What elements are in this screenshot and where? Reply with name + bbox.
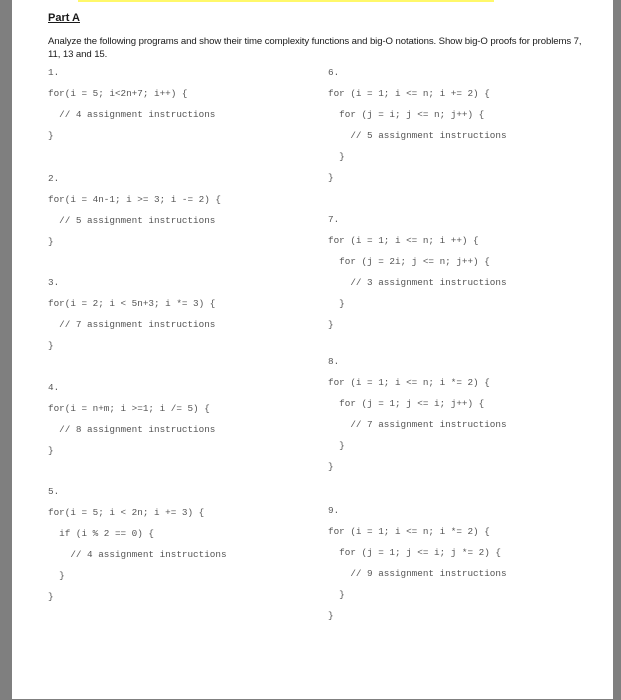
code-line: for (i = 1; i <= n; i *= 2) { (328, 526, 490, 537)
code-line: for(i = 5; i < 2n; i += 3) { (48, 507, 205, 518)
document-page: Part A Analyze the following programs an… (12, 0, 613, 699)
problem-number: 9. (328, 505, 340, 516)
code-line: } (328, 440, 345, 451)
code-line: for (i = 1; i <= n; i *= 2) { (328, 377, 490, 388)
code-line: // 8 assignment instructions (48, 424, 216, 435)
code-line: } (48, 591, 54, 602)
code-line: } (48, 340, 54, 351)
code-line: // 3 assignment instructions (328, 277, 507, 288)
code-line: } (328, 461, 334, 472)
code-line: // 7 assignment instructions (328, 419, 507, 430)
code-line: // 5 assignment instructions (328, 130, 507, 141)
code-line: } (328, 589, 345, 600)
code-line: } (328, 610, 334, 621)
code-line: // 5 assignment instructions (48, 215, 216, 226)
code-line: for (i = 1; i <= n; i += 2) { (328, 88, 490, 99)
problem-number: 6. (328, 67, 340, 78)
code-line: for(i = 5; i<2n+7; i++) { (48, 88, 188, 99)
code-line: for (j = 1; j <= i; j++) { (328, 398, 485, 409)
part-title: Part A (48, 12, 80, 24)
problem-number: 8. (328, 356, 340, 367)
code-line: for(i = 4n-1; i >= 3; i -= 2) { (48, 194, 221, 205)
code-line: for (j = i; j <= n; j++) { (328, 109, 485, 120)
code-line: } (328, 319, 334, 330)
code-line: // 4 assignment instructions (48, 549, 227, 560)
code-line: for (i = 1; i <= n; i ++) { (328, 235, 479, 246)
code-line: for(i = 2; i < 5n+3; i *= 3) { (48, 298, 216, 309)
code-line: // 4 assignment instructions (48, 109, 216, 120)
problem-number: 3. (48, 277, 60, 288)
code-line: } (48, 236, 54, 247)
code-line: for (j = 1; j <= i; j *= 2) { (328, 547, 501, 558)
code-line: } (48, 130, 54, 141)
code-line: if (i % 2 == 0) { (48, 528, 155, 539)
code-line: for (j = 2i; j <= n; j++) { (328, 256, 490, 267)
problem-number: 2. (48, 173, 60, 184)
code-line: for(i = n+m; i >=1; i /= 5) { (48, 403, 210, 414)
code-line: // 7 assignment instructions (48, 319, 216, 330)
problem-number: 7. (328, 214, 340, 225)
text-highlight (78, 0, 494, 2)
code-line: } (328, 151, 345, 162)
problem-number: 5. (48, 486, 60, 497)
problem-number: 4. (48, 382, 60, 393)
code-line: } (48, 570, 65, 581)
problem-number: 1. (48, 67, 60, 78)
code-line: } (48, 445, 54, 456)
code-line: } (328, 298, 345, 309)
code-line: } (328, 172, 334, 183)
code-line: // 9 assignment instructions (328, 568, 507, 579)
instructions-paragraph: Analyze the following programs and show … (48, 36, 582, 60)
